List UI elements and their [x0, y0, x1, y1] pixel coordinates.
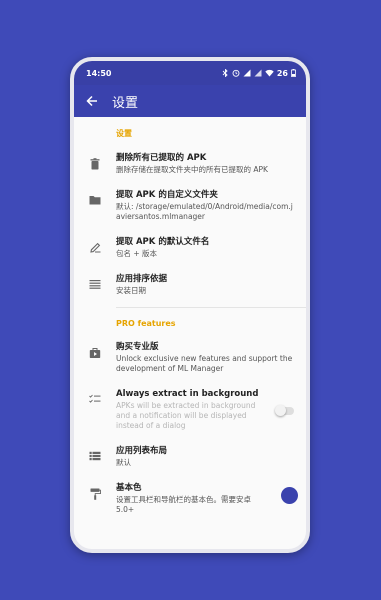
- toggle-knob: [275, 405, 286, 416]
- status-icons: 26: [222, 69, 296, 78]
- setting-title: 应用排序依据: [116, 274, 168, 284]
- setting-primary-color[interactable]: 基本色 设置工具栏和导航栏的基本色。需要安卓 5.0+: [74, 475, 306, 522]
- phone-frame: 14:50 26 设置 设置 删除所有已提取的 APK 删除存储在提取文件夹中的…: [70, 57, 310, 553]
- setting-sort-by[interactable]: 应用排序依据 安装日期: [74, 266, 306, 303]
- setting-list-layout[interactable]: 应用列表布局 默认: [74, 438, 306, 475]
- setting-subtitle: 安装日期: [116, 286, 146, 295]
- paint-roller-icon: [90, 488, 101, 500]
- setting-title: 提取 APK 的自定义文件夹: [116, 190, 218, 200]
- signal-icon: [243, 69, 251, 77]
- setting-title: 基本色: [116, 483, 142, 493]
- section-header-settings: 设置: [116, 129, 132, 138]
- setting-subtitle: APKs will be extracted in background and…: [116, 401, 256, 430]
- status-time: 14:50: [86, 68, 112, 78]
- checklist-icon: [89, 394, 101, 403]
- setting-subtitle: 默认: [116, 458, 131, 467]
- primary-color-swatch[interactable]: [281, 487, 298, 504]
- trash-icon: [90, 158, 100, 170]
- battery-icon: [291, 69, 296, 77]
- setting-subtitle: 删除存储在提取文件夹中的所有已提取的 APK: [116, 165, 268, 174]
- shop-bag-icon: [89, 348, 101, 358]
- pencil-icon: [89, 242, 100, 253]
- sort-lines-icon: [89, 280, 101, 289]
- setting-subtitle: 包名 + 版本: [116, 249, 158, 258]
- always-extract-toggle[interactable]: [275, 405, 294, 416]
- screen: 14:50 26 设置 设置 删除所有已提取的 APK 删除存储在提取文件夹中的…: [74, 61, 306, 549]
- setting-title: 应用列表布局: [116, 446, 168, 456]
- signal2-icon: [254, 69, 262, 77]
- setting-always-extract-background[interactable]: Always extract in background APKs will b…: [74, 381, 306, 438]
- battery-level: 26: [276, 68, 288, 78]
- setting-subtitle: 默认: /storage/emulated/0/Android/media/co…: [116, 202, 293, 221]
- setting-subtitle: Unlock exclusive new features and suppor…: [116, 354, 293, 373]
- alarm-icon: [232, 69, 240, 77]
- folder-icon: [89, 196, 101, 205]
- status-bar: 14:50 26: [74, 61, 306, 85]
- arrow-left-icon[interactable]: [86, 95, 98, 107]
- setting-title: 购买专业版: [116, 342, 159, 352]
- settings-list: 设置 删除所有已提取的 APK 删除存储在提取文件夹中的所有已提取的 APK 提…: [74, 117, 306, 522]
- setting-subtitle: 设置工具栏和导航栏的基本色。需要安卓 5.0+: [116, 495, 251, 514]
- setting-custom-folder[interactable]: 提取 APK 的自定义文件夹 默认: /storage/emulated/0/A…: [74, 182, 306, 229]
- section-header-pro: PRO features: [116, 319, 176, 328]
- setting-default-filename[interactable]: 提取 APK 的默认文件名 包名 + 版本: [74, 229, 306, 266]
- setting-buy-pro[interactable]: 购买专业版 Unlock exclusive new features and …: [74, 334, 306, 381]
- setting-title: Always extract in background: [116, 389, 259, 399]
- setting-delete-apks[interactable]: 删除所有已提取的 APK 删除存储在提取文件夹中的所有已提取的 APK: [74, 145, 306, 182]
- wifi-icon: [265, 69, 274, 77]
- setting-title: 删除所有已提取的 APK: [116, 153, 207, 163]
- list-layout-icon: [89, 451, 101, 461]
- page-title: 设置: [112, 95, 139, 111]
- app-bar: 设置: [74, 85, 306, 117]
- setting-title: 提取 APK 的默认文件名: [116, 237, 210, 247]
- bluetooth-icon: [222, 69, 228, 77]
